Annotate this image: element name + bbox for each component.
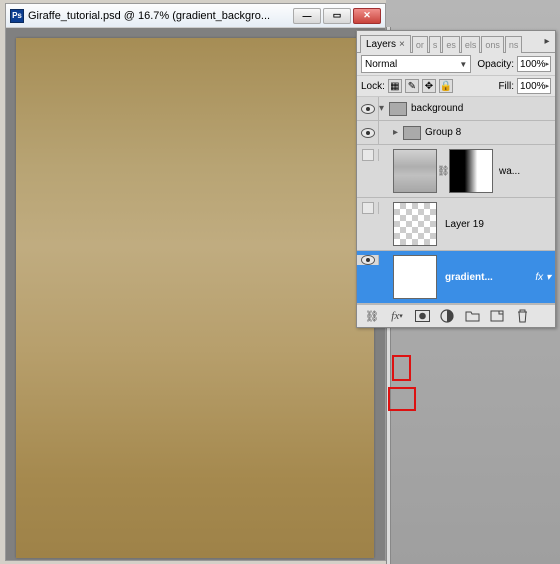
folder-icon [403, 126, 421, 140]
layer-row[interactable]: ⛓ wa... [357, 145, 555, 198]
layer-name: wa... [499, 166, 520, 177]
opacity-input[interactable]: 100%▸ [517, 56, 551, 72]
app-icon: Ps [10, 9, 24, 23]
opacity-label: Opacity: [477, 59, 514, 70]
fx-badge[interactable]: fx ▾ [535, 272, 551, 283]
layer-name: background [411, 103, 463, 114]
new-layer-icon[interactable] [488, 308, 506, 324]
document-titlebar[interactable]: Ps Giraffe_tutorial.psd @ 16.7% (gradien… [6, 4, 385, 28]
new-group-icon[interactable] [463, 308, 481, 324]
tab-other[interactable]: s [429, 36, 442, 53]
lock-transparency-icon[interactable]: ▦ [388, 79, 402, 93]
lock-position-icon[interactable]: ✥ [422, 79, 436, 93]
panel-tabs: Layers× or s es els ons ns [357, 31, 555, 53]
layers-list: ▾ background ▸ Group 8 ⛓ wa... [357, 97, 555, 304]
layer-row[interactable]: ▸ Group 8 [357, 121, 555, 145]
panel-menu-icon[interactable]: ▸ [541, 35, 553, 47]
folder-icon [389, 102, 407, 116]
canvas-area[interactable] [6, 28, 385, 560]
layer-name: gradient... [445, 272, 493, 283]
eye-icon[interactable] [361, 128, 375, 138]
lock-all-icon[interactable]: 🔒 [439, 79, 453, 93]
lock-label: Lock: [361, 81, 385, 92]
document-window: Ps Giraffe_tutorial.psd @ 16.7% (gradien… [5, 3, 386, 561]
delete-layer-icon[interactable] [513, 308, 531, 324]
visibility-toggle[interactable] [362, 202, 374, 214]
layers-panel: ▸ Layers× or s es els ons ns Normal ▼ Op… [356, 30, 556, 328]
layer-mask-icon[interactable] [413, 308, 431, 324]
layer-style-icon[interactable]: fx▾ [388, 308, 406, 324]
layer-name: Group 8 [425, 127, 461, 138]
visibility-toggle[interactable] [362, 149, 374, 161]
lock-fill-row: Lock: ▦ ✎ ✥ 🔒 Fill: 100%▸ [357, 76, 555, 97]
blend-mode-select[interactable]: Normal ▼ [361, 55, 471, 73]
link-layers-icon[interactable]: ⛓ [363, 308, 381, 324]
highlight-box [388, 387, 416, 411]
close-button[interactable]: ✕ [353, 8, 381, 24]
layer-thumbnail[interactable] [393, 202, 437, 246]
layer-row-selected[interactable]: gradient... fx ▾ [357, 251, 555, 304]
maximize-button[interactable]: ▭ [323, 8, 351, 24]
lock-pixels-icon[interactable]: ✎ [405, 79, 419, 93]
collapse-toggle[interactable]: ▸ [393, 127, 403, 138]
layer-thumbnail[interactable] [393, 255, 437, 299]
fill-label: Fill: [498, 81, 514, 92]
minimize-button[interactable]: — [293, 8, 321, 24]
collapse-toggle[interactable]: ▾ [379, 103, 389, 114]
tab-other[interactable]: ons [481, 36, 504, 53]
tab-other[interactable]: es [442, 36, 460, 53]
tab-other[interactable]: or [412, 36, 428, 53]
layer-row[interactable]: Layer 19 [357, 198, 555, 251]
tab-other[interactable]: ns [505, 36, 523, 53]
document-title: Giraffe_tutorial.psd @ 16.7% (gradient_b… [28, 10, 293, 22]
eye-icon[interactable] [361, 104, 375, 114]
layer-thumbnail[interactable] [393, 149, 437, 193]
blend-opacity-row: Normal ▼ Opacity: 100%▸ [357, 53, 555, 76]
layer-row[interactable]: ▾ background [357, 97, 555, 121]
fill-input[interactable]: 100%▸ [517, 78, 551, 94]
adjustment-layer-icon[interactable] [438, 308, 456, 324]
layer-name: Layer 19 [445, 219, 484, 230]
document-canvas[interactable] [16, 38, 374, 558]
tab-layers[interactable]: Layers× [360, 35, 411, 53]
mask-link-icon[interactable]: ⛓ [437, 166, 445, 177]
highlight-box [392, 355, 411, 381]
mask-thumbnail[interactable] [449, 149, 493, 193]
tab-other[interactable]: els [461, 36, 481, 53]
dropdown-icon: ▼ [459, 60, 467, 69]
eye-icon[interactable] [361, 255, 375, 265]
panel-footer: ⛓ fx▾ [357, 304, 555, 327]
blend-mode-value: Normal [365, 59, 397, 70]
